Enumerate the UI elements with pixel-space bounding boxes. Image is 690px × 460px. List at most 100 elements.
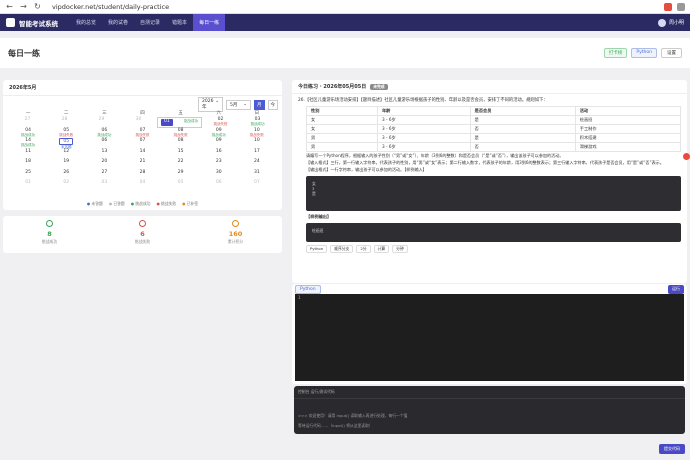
calendar-day[interactable]: 03	[85, 180, 123, 191]
floating-help-icon[interactable]	[683, 153, 690, 160]
sample-input-line: 是	[312, 191, 316, 196]
calendar-day[interactable]: 07 挑战失败	[123, 128, 161, 139]
console-panel[interactable]: 控制台 运行/测试代码 >>> 欢迎使用！请用 input() 读取输入再进行处…	[294, 386, 685, 434]
calendar-day[interactable]: 01 挑战成功	[157, 117, 202, 128]
extension-icon[interactable]	[664, 2, 672, 11]
calendar-day[interactable]: 14	[123, 149, 161, 160]
day-number: 21	[139, 159, 146, 164]
calendar-day[interactable]: 29	[162, 170, 200, 181]
day-number: 13	[101, 148, 108, 154]
day-number: 31	[254, 169, 260, 175]
language-tag[interactable]: Python	[631, 48, 657, 58]
calendar-day[interactable]: 06 挑战成功	[85, 128, 123, 139]
url-field[interactable]: vipdocker.net/student/daily-practice	[52, 3, 664, 11]
leaderboard-tag[interactable]: 打卡榜	[603, 48, 628, 58]
nav-daily[interactable]: 每日一练	[193, 14, 226, 31]
calendar-day[interactable]: 25	[9, 170, 47, 181]
line-number: 1	[298, 295, 301, 300]
calendar-day[interactable]: 08 挑战失败	[162, 128, 200, 139]
calendar-day[interactable]: 13	[85, 149, 123, 160]
calendar-day[interactable]: 09	[200, 138, 238, 149]
calendar-day[interactable]: 10 挑战失败	[238, 128, 276, 139]
user-menu[interactable]: 周小明	[657, 18, 684, 27]
month-select[interactable]: 5月 ⌄	[226, 99, 251, 110]
day-number: 22	[177, 159, 184, 164]
calendar-day[interactable]: 11	[9, 149, 47, 160]
table-cell: 3 - 6岁	[376, 133, 471, 143]
calendar-day[interactable]: 18	[9, 159, 47, 170]
calendar-day[interactable]: 16	[200, 149, 238, 160]
profile-icon[interactable]	[677, 2, 685, 11]
table-cell: 否	[469, 142, 576, 152]
code-editor[interactable]: 1	[295, 294, 684, 381]
app-brand[interactable]: 智能考试系统	[6, 18, 58, 28]
calendar-day[interactable]: 09 挑战成功	[200, 128, 238, 139]
back-icon[interactable]: ←	[5, 2, 14, 11]
day-number: 02	[63, 180, 70, 185]
console-welcome: >>> 欢迎使用！请用 input() 读取输入再进行处理，每行一个值	[298, 413, 408, 418]
calendar-day[interactable]: 24	[238, 159, 276, 170]
calendar-day[interactable]: 19	[47, 159, 85, 170]
calendar-day[interactable]: 30	[200, 170, 238, 181]
calendar-day[interactable]: 14 挑战成功	[9, 138, 47, 149]
day-status: 挑战成功	[211, 132, 226, 137]
calendar-day[interactable]: 05 挑战失败	[47, 128, 85, 139]
reload-icon[interactable]: ↻	[33, 2, 42, 11]
nav-records[interactable]: 自测记录	[134, 14, 166, 31]
calendar-day[interactable]: 01	[9, 180, 47, 191]
code-editor-card: Python 运行 1	[292, 284, 687, 384]
calendar-day[interactable]: 27	[85, 170, 123, 181]
calendar-day[interactable]: 07	[238, 180, 276, 191]
day-number: 24	[254, 159, 260, 164]
run-button[interactable]: 运行	[668, 285, 684, 294]
app-title: 智能考试系统	[19, 19, 58, 28]
calendar-day[interactable]: 20	[85, 159, 123, 170]
calendar-day[interactable]: 06	[200, 180, 238, 191]
submit-button[interactable]: 提交代码	[659, 444, 685, 454]
weekday-label: 四	[140, 111, 145, 116]
today-button[interactable]: 今	[267, 99, 278, 110]
calendar-day[interactable]: 05 未答题	[47, 138, 85, 149]
calendar-day[interactable]: 21	[123, 159, 161, 170]
calendar-day[interactable]: 05	[162, 180, 200, 191]
calendar-day[interactable]: 31	[238, 170, 276, 181]
calendar-day[interactable]: 28	[123, 170, 161, 181]
nav-papers[interactable]: 我的试卷	[102, 14, 134, 31]
nav-overview[interactable]: 我的总览	[70, 14, 102, 31]
calendar-day[interactable]: 10	[238, 138, 276, 149]
calendar-day[interactable]: 17	[238, 149, 276, 160]
calendar-day[interactable]: 23	[200, 159, 238, 170]
table-row: 男3 - 6岁是积木搭建	[306, 133, 682, 143]
calendar-day[interactable]: 04 挑战成功	[9, 128, 47, 139]
calendar-week: 14 挑战成功 05 未答题 06 07 08 09 10	[9, 138, 276, 149]
sample-output-value: 绘画班	[312, 228, 324, 233]
calendar-card: 2026年5月 2026年 ⌄ 5月 ⌄ 月 今 一二三四五六日 27 28 29 30 01…	[3, 80, 282, 210]
calendar-day[interactable]: 26	[47, 170, 85, 181]
calendar-day[interactable]: 30	[120, 117, 157, 128]
calendar-day[interactable]: 03 挑战成功	[239, 117, 276, 128]
calendar-day[interactable]: 22	[162, 159, 200, 170]
calendar-day[interactable]: 04	[123, 180, 161, 191]
forward-icon[interactable]: →	[19, 2, 28, 11]
day-status: 挑战成功	[250, 122, 265, 126]
calendar-day[interactable]: 12	[47, 149, 85, 160]
calendar-day[interactable]: 02 挑战失败	[202, 117, 239, 128]
question-title: 26.【社区儿童游乐场活动安排】【题目描述】社区儿童游乐场根据孩子的性别、年龄以…	[298, 98, 548, 103]
calendar-day[interactable]: 27	[9, 117, 46, 128]
calendar-day[interactable]: 02	[47, 180, 85, 191]
calendar-week: 25 26 27 28 29 30 31	[9, 170, 276, 181]
table-cell: 是	[469, 115, 576, 125]
calendar-day[interactable]: 08	[162, 138, 200, 149]
calendar-day[interactable]: 07	[123, 138, 161, 149]
calendar-day[interactable]: 28	[46, 117, 83, 128]
nav-mistakes[interactable]: 错题本	[166, 14, 193, 31]
day-number: 20	[101, 159, 108, 164]
editor-language[interactable]: Python	[295, 285, 321, 294]
month-view-button[interactable]: 月	[254, 99, 265, 110]
calendar-day[interactable]: 06	[85, 138, 123, 149]
calendar-day[interactable]: 15	[162, 149, 200, 160]
table-cell: 滑梯游戏	[574, 142, 682, 152]
day-number: 26	[63, 169, 70, 175]
calendar-day[interactable]: 29	[83, 117, 120, 128]
settings-button[interactable]: 设置	[661, 48, 682, 58]
